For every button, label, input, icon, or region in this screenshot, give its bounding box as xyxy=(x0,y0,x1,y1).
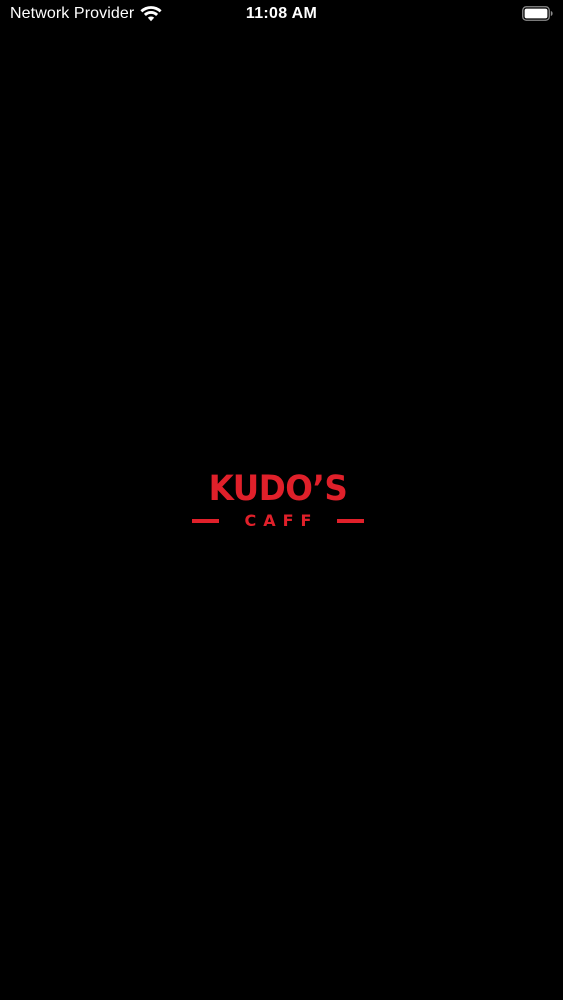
logo-right-dash xyxy=(337,519,364,523)
kudos-caff-logo: KUDO’S CAFF xyxy=(189,468,367,534)
logo-subtitle: CAFF xyxy=(244,511,319,530)
logo-title: KUDO’S xyxy=(208,469,348,509)
logo-left-dash xyxy=(192,519,219,523)
logo-subtitle-row: CAFF xyxy=(189,510,367,532)
splash-screen: KUDO’S CAFF xyxy=(0,0,563,1000)
